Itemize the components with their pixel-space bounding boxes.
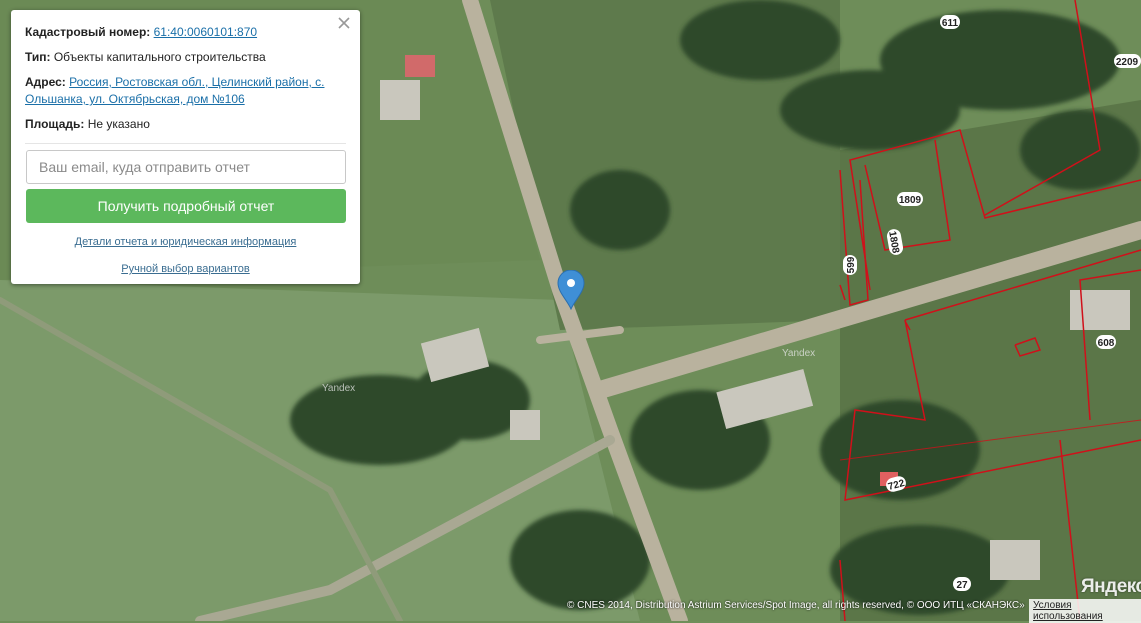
cadastral-number-row: Кадастровый номер: 61:40:0060101:870 — [25, 24, 346, 41]
area-row: Площадь: Не указано — [25, 116, 346, 133]
parcel-label[interactable]: 2209 — [1114, 54, 1141, 68]
svg-text:599: 599 — [846, 256, 857, 273]
close-icon[interactable] — [336, 15, 352, 31]
yandex-watermark: Yandex — [782, 348, 815, 359]
map-pin-icon[interactable] — [557, 269, 585, 311]
svg-text:1809: 1809 — [899, 195, 922, 206]
address-label: Адрес: — [25, 75, 66, 89]
yandex-logo[interactable]: Яндекс — [1081, 576, 1141, 598]
divider — [25, 143, 346, 144]
parcel-label[interactable]: 27 — [953, 577, 971, 591]
type-label: Тип: — [25, 50, 51, 64]
parcel-label[interactable]: 1809 — [897, 192, 923, 206]
svg-text:2209: 2209 — [1116, 57, 1139, 68]
cadastral-number-link[interactable]: 61:40:0060101:870 — [154, 25, 257, 39]
parcel-label[interactable]: 608 — [1096, 335, 1116, 349]
type-row: Тип: Объекты капитального строительства — [25, 49, 346, 66]
get-report-button[interactable]: Получить подробный отчет — [26, 189, 346, 223]
cadastral-number-label: Кадастровый номер: — [25, 25, 151, 39]
address-row: Адрес: Россия, Ростовская обл., Целински… — [25, 74, 346, 108]
svg-text:27: 27 — [956, 580, 968, 591]
parcel-label[interactable]: 611 — [940, 15, 960, 29]
area-label: Площадь: — [25, 117, 85, 131]
svg-text:608: 608 — [1098, 338, 1115, 349]
yandex-watermark: Yandex — [322, 383, 355, 394]
terms-of-use-link[interactable]: Условия использования — [1029, 599, 1141, 623]
address-link[interactable]: Россия, Ростовская обл., Целинский район… — [25, 75, 324, 106]
parcel-info-popup: Кадастровый номер: 61:40:0060101:870 Тип… — [11, 10, 360, 284]
report-details-link[interactable]: Детали отчета и юридическая информация — [25, 236, 346, 248]
email-input[interactable] — [26, 150, 346, 184]
manual-selection-link[interactable]: Ручной выбор вариантов — [25, 263, 346, 275]
map-copyright: © CNES 2014, Distribution Astrium Servic… — [567, 600, 1025, 611]
svg-text:611: 611 — [942, 18, 959, 29]
parcel-label[interactable]: 599 — [843, 255, 857, 275]
type-value: Объекты капитального строительства — [53, 50, 266, 64]
area-value: Не указано — [87, 117, 150, 131]
